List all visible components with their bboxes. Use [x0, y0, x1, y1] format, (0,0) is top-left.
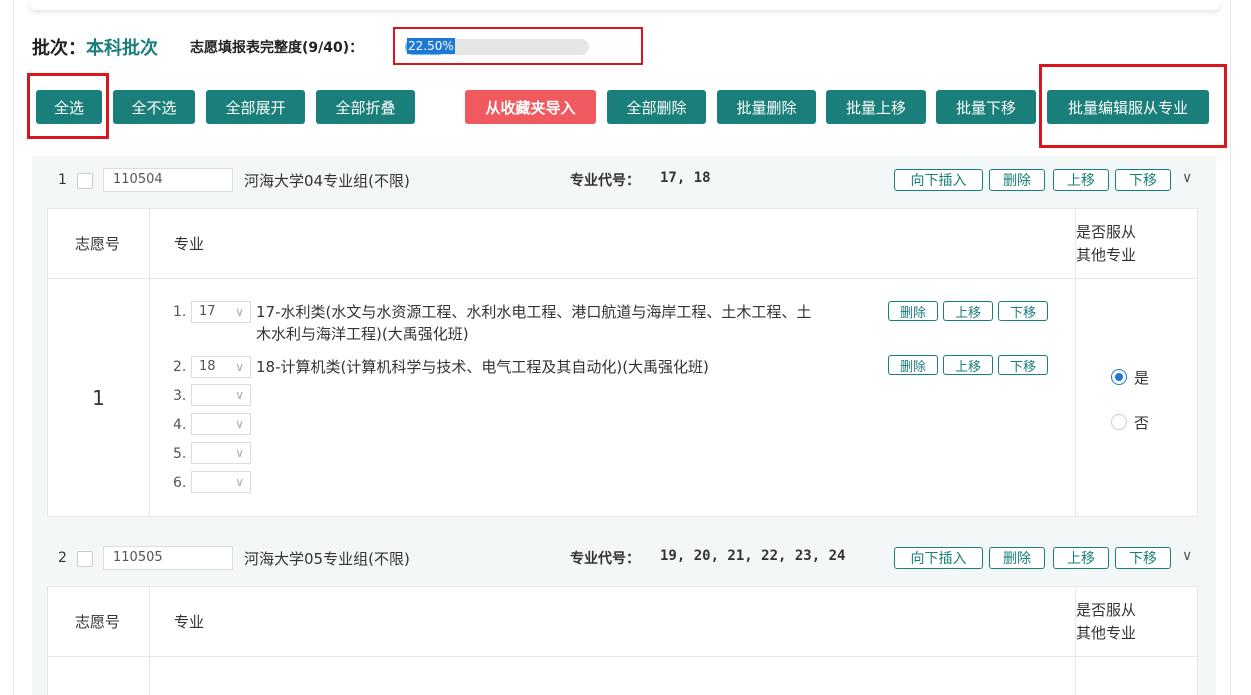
group-code-input[interactable]: 110505: [103, 546, 233, 570]
batch-move-up-button[interactable]: 批量上移: [826, 90, 926, 124]
select-none-button[interactable]: 全不选: [113, 90, 195, 124]
major-move-up-button[interactable]: 上移: [943, 355, 993, 375]
group-delete-button[interactable]: 删除: [989, 169, 1045, 191]
header-obey: 是否服从 其他专业: [1076, 587, 1136, 656]
column-divider: [149, 587, 150, 695]
group-delete-button[interactable]: 删除: [989, 547, 1045, 569]
header-obey-line1: 是否服从: [1076, 222, 1137, 241]
major-delete-button[interactable]: 删除: [888, 355, 938, 375]
header-divider: [48, 656, 1197, 657]
major-index: 5.: [173, 446, 187, 462]
obey-no-label: 否: [1134, 414, 1150, 432]
header-major: 专业: [174, 235, 205, 253]
major-select[interactable]: ∨: [191, 384, 251, 406]
major-text: 18-计算机类(计算机科学与技术、电气工程及其自动化)(大禹强化班): [256, 358, 709, 376]
major-index: 2.: [173, 359, 187, 375]
header-obey-line2: 其他专业: [1076, 623, 1137, 642]
chevron-down-icon: ∨: [235, 446, 244, 460]
group-name: 河海大学04专业组(不限): [244, 172, 410, 190]
chevron-down-icon: ∨: [235, 475, 244, 489]
major-index: 6.: [173, 475, 187, 491]
select-all-highlight: [27, 73, 109, 139]
obey-yes-label: 是: [1134, 369, 1150, 387]
major-select[interactable]: 17 ∨: [191, 301, 251, 323]
frame-right-border: [1230, 0, 1231, 695]
insert-below-button[interactable]: 向下插入: [894, 547, 983, 569]
obey-no-radio[interactable]: [1111, 414, 1127, 430]
major-select-value: 18: [199, 359, 216, 374]
column-divider: [1075, 209, 1076, 516]
group-move-up-button[interactable]: 上移: [1053, 169, 1109, 191]
chevron-down-icon[interactable]: ∨: [1182, 170, 1192, 186]
batch-row: 批次： 本科批次 志愿填报表完整度(9/40)：: [32, 32, 363, 62]
major-codes-value: 19, 20, 21, 22, 23, 24: [660, 548, 846, 564]
collapse-all-button[interactable]: 全部折叠: [316, 90, 415, 124]
import-favorites-button[interactable]: 从收藏夹导入: [465, 90, 596, 124]
group-card: 1 110504 河海大学04专业组(不限) 专业代号： 17, 18 向下插入…: [32, 156, 1216, 534]
delete-all-button[interactable]: 全部删除: [607, 90, 706, 124]
major-select[interactable]: ∨: [191, 442, 251, 464]
header-major: 专业: [174, 613, 205, 631]
progress-highlight-box: 22.50%: [393, 27, 643, 65]
header-wish-no: 志愿号: [75, 235, 121, 253]
major-select[interactable]: ∨: [191, 471, 251, 493]
batch-delete-button[interactable]: 批量删除: [717, 90, 816, 124]
column-divider: [149, 209, 150, 516]
group-card: 2 110505 河海大学05专业组(不限) 专业代号： 19, 20, 21,…: [32, 534, 1216, 695]
major-index: 4.: [173, 417, 187, 433]
chevron-down-icon: ∨: [235, 360, 244, 374]
chevron-down-icon: ∨: [235, 417, 244, 431]
major-move-down-button[interactable]: 下移: [998, 301, 1048, 321]
group-move-down-button[interactable]: 下移: [1115, 547, 1171, 569]
header-obey: 是否服从 其他专业: [1076, 209, 1136, 278]
major-delete-button[interactable]: 删除: [888, 301, 938, 321]
major-select[interactable]: ∨: [191, 413, 251, 435]
group-number: 2: [58, 550, 67, 566]
header-obey-line2: 其他专业: [1076, 245, 1137, 264]
batch-label: 批次：: [32, 38, 86, 59]
group-header: 2 110505 河海大学05专业组(不限) 专业代号： 19, 20, 21,…: [32, 534, 1216, 586]
obey-yes-radio[interactable]: [1111, 369, 1127, 385]
column-divider: [1075, 587, 1076, 695]
major-move-down-button[interactable]: 下移: [998, 355, 1048, 375]
progress-text: 22.50%: [407, 38, 455, 54]
majors-table: 志愿号 专业 是否服从 其他专业: [47, 586, 1198, 695]
header-wish-no: 志愿号: [75, 613, 121, 631]
major-codes-label: 专业代号：: [570, 173, 640, 189]
group-header: 1 110504 河海大学04专业组(不限) 专业代号： 17, 18 向下插入…: [32, 156, 1216, 208]
group-code-input[interactable]: 110504: [103, 168, 233, 192]
wish-number: 1: [92, 386, 105, 410]
major-select[interactable]: 18 ∨: [191, 356, 251, 378]
major-select-value: 17: [199, 304, 216, 319]
insert-below-button[interactable]: 向下插入: [894, 169, 983, 191]
group-checkbox[interactable]: [77, 173, 93, 189]
top-card: [30, 0, 1220, 10]
batch-edit-highlight: [1039, 64, 1227, 148]
group-name: 河海大学05专业组(不限): [244, 550, 410, 568]
frame-left-border: [13, 0, 14, 695]
chevron-down-icon: ∨: [235, 305, 244, 319]
major-move-up-button[interactable]: 上移: [943, 301, 993, 321]
header-obey-line1: 是否服从: [1076, 600, 1137, 619]
expand-all-button[interactable]: 全部展开: [206, 90, 305, 124]
group-number: 1: [58, 172, 67, 188]
header-divider: [48, 278, 1197, 279]
group-move-down-button[interactable]: 下移: [1115, 169, 1171, 191]
progress-label: 志愿填报表完整度(9/40)：: [190, 40, 364, 56]
major-codes-value: 17, 18: [660, 170, 711, 186]
majors-table: 志愿号 专业 是否服从 其他专业 1 1. 17 ∨ 17-水利类(水文与水资源工…: [47, 208, 1198, 517]
group-move-up-button[interactable]: 上移: [1053, 547, 1109, 569]
batch-move-down-button[interactable]: 批量下移: [936, 90, 1036, 124]
major-index: 3.: [173, 388, 187, 404]
major-codes-label: 专业代号：: [570, 551, 640, 567]
major-text: 17-水利类(水文与水资源工程、水利水电工程、港口航道与海岸工程、土木工程、土木…: [256, 303, 812, 343]
chevron-down-icon[interactable]: ∨: [1182, 548, 1192, 564]
group-checkbox[interactable]: [77, 551, 93, 567]
major-index: 1.: [173, 304, 187, 320]
batch-value: 本科批次: [86, 38, 158, 59]
chevron-down-icon: ∨: [235, 388, 244, 402]
